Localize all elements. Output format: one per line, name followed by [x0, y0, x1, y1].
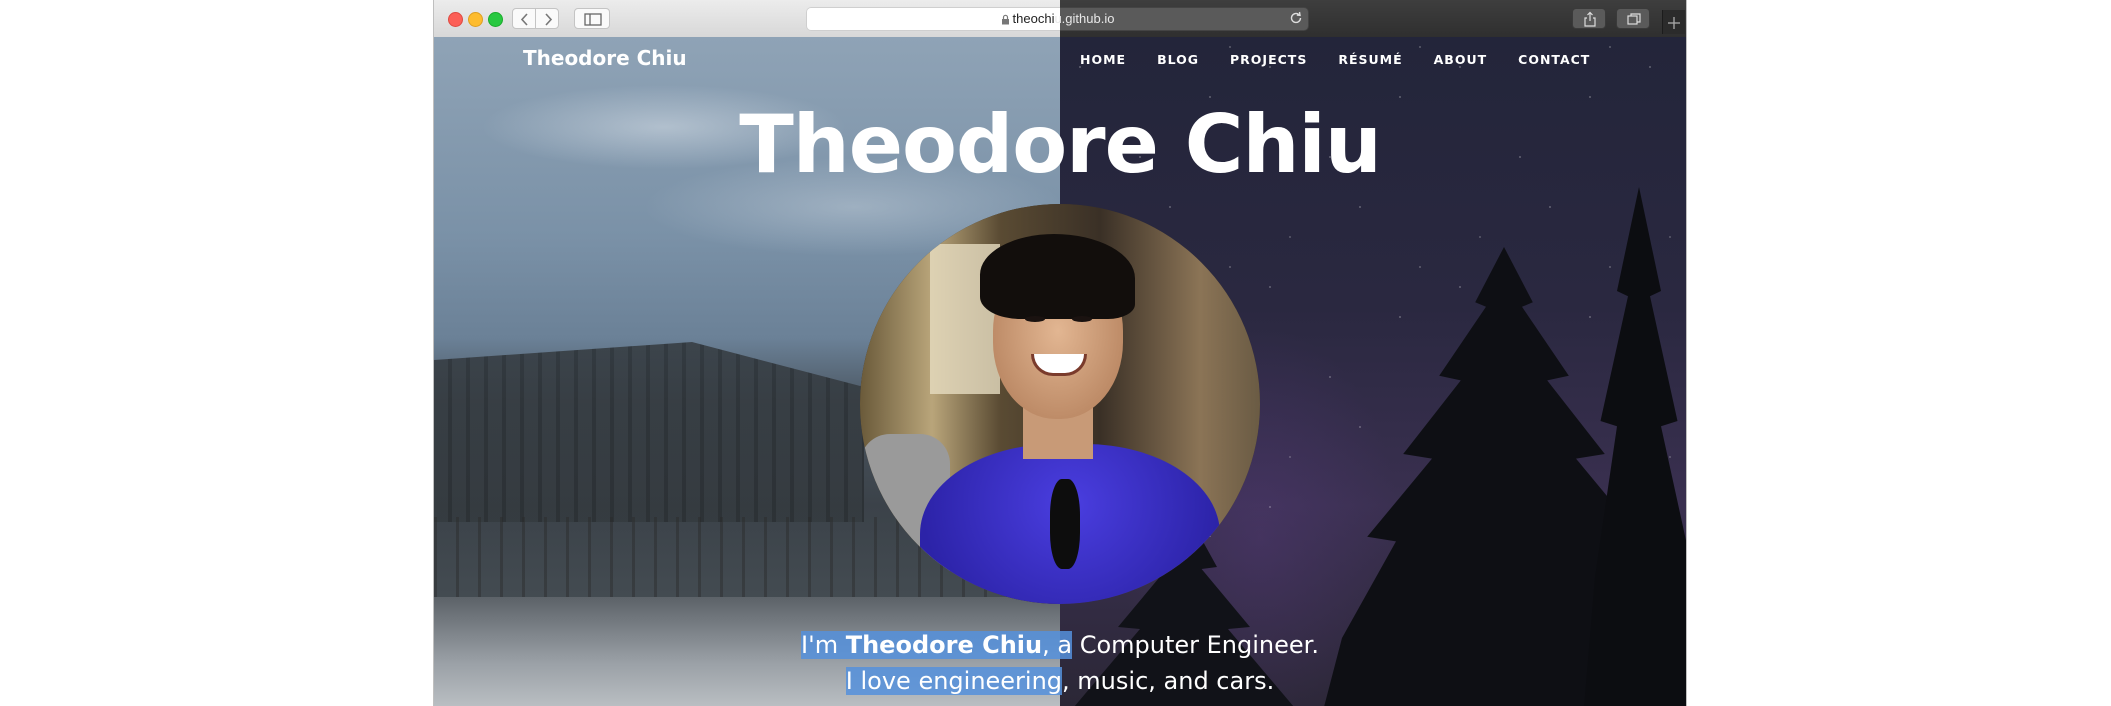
share-button[interactable] [1572, 8, 1606, 29]
selected-text: I love engineering [845, 667, 1063, 695]
back-button[interactable] [512, 8, 536, 29]
tagline-text: Computer Engineer. [1072, 631, 1319, 659]
url-text-dark-part: u.github.io [1054, 11, 1115, 26]
nav-blog[interactable]: BLOG [1157, 45, 1199, 75]
url-text: theochiu.github.io [806, 7, 1309, 31]
zoom-icon[interactable] [488, 12, 503, 27]
selected-text: I'm [801, 631, 846, 659]
lock-icon [1001, 14, 1009, 25]
new-tab-button[interactable] [1662, 10, 1685, 34]
tagline: I'm Theodore Chiu, a Computer Engineer. … [434, 627, 1686, 699]
chevron-right-icon [545, 13, 553, 26]
nav-about[interactable]: ABOUT [1434, 45, 1488, 75]
browser-toolbar: theochiu.github.io [434, 0, 1686, 38]
nav-projects[interactable]: PROJECTS [1230, 45, 1307, 75]
site-nav: HOME BLOG PROJECTS RÉSUMÉ ABOUT CONTACT [1080, 45, 1621, 75]
site-brand-link[interactable]: Theodore Chiu [523, 43, 687, 73]
web-page: Theodore Chiu HOME BLOG PROJECTS RÉSUMÉ … [434, 37, 1686, 706]
tagline-line-2: I love engineering, music, and cars. [434, 663, 1686, 699]
url-text-light-part: theochi [1012, 11, 1055, 26]
hero-title: Theodore Chiu [739, 98, 1382, 191]
forward-button[interactable] [535, 8, 559, 29]
close-icon[interactable] [448, 12, 463, 27]
tabs-icon [1627, 13, 1641, 25]
sidebar-button[interactable] [574, 8, 610, 29]
reload-icon[interactable] [1289, 11, 1303, 25]
selected-text: , a [1042, 631, 1073, 659]
sidebar-icon [584, 13, 602, 26]
plus-icon [1668, 17, 1680, 29]
browser-window: theochiu.github.io Theodore Chiu HOME BL… [434, 0, 1686, 706]
tagline-text: , music, and cars. [1062, 667, 1275, 695]
chevron-left-icon [520, 13, 528, 26]
tabs-overview-button[interactable] [1616, 8, 1650, 29]
profile-photo [860, 204, 1260, 604]
nav-contact[interactable]: CONTACT [1518, 45, 1590, 75]
address-bar[interactable]: theochiu.github.io [806, 7, 1309, 31]
nav-resume[interactable]: RÉSUMÉ [1338, 45, 1402, 75]
tagline-line-1: I'm Theodore Chiu, a Computer Engineer. [434, 627, 1686, 663]
minimize-icon[interactable] [468, 12, 483, 27]
selected-name: Theodore Chiu [845, 631, 1043, 659]
share-icon [1584, 11, 1596, 27]
nav-home[interactable]: HOME [1080, 45, 1126, 75]
